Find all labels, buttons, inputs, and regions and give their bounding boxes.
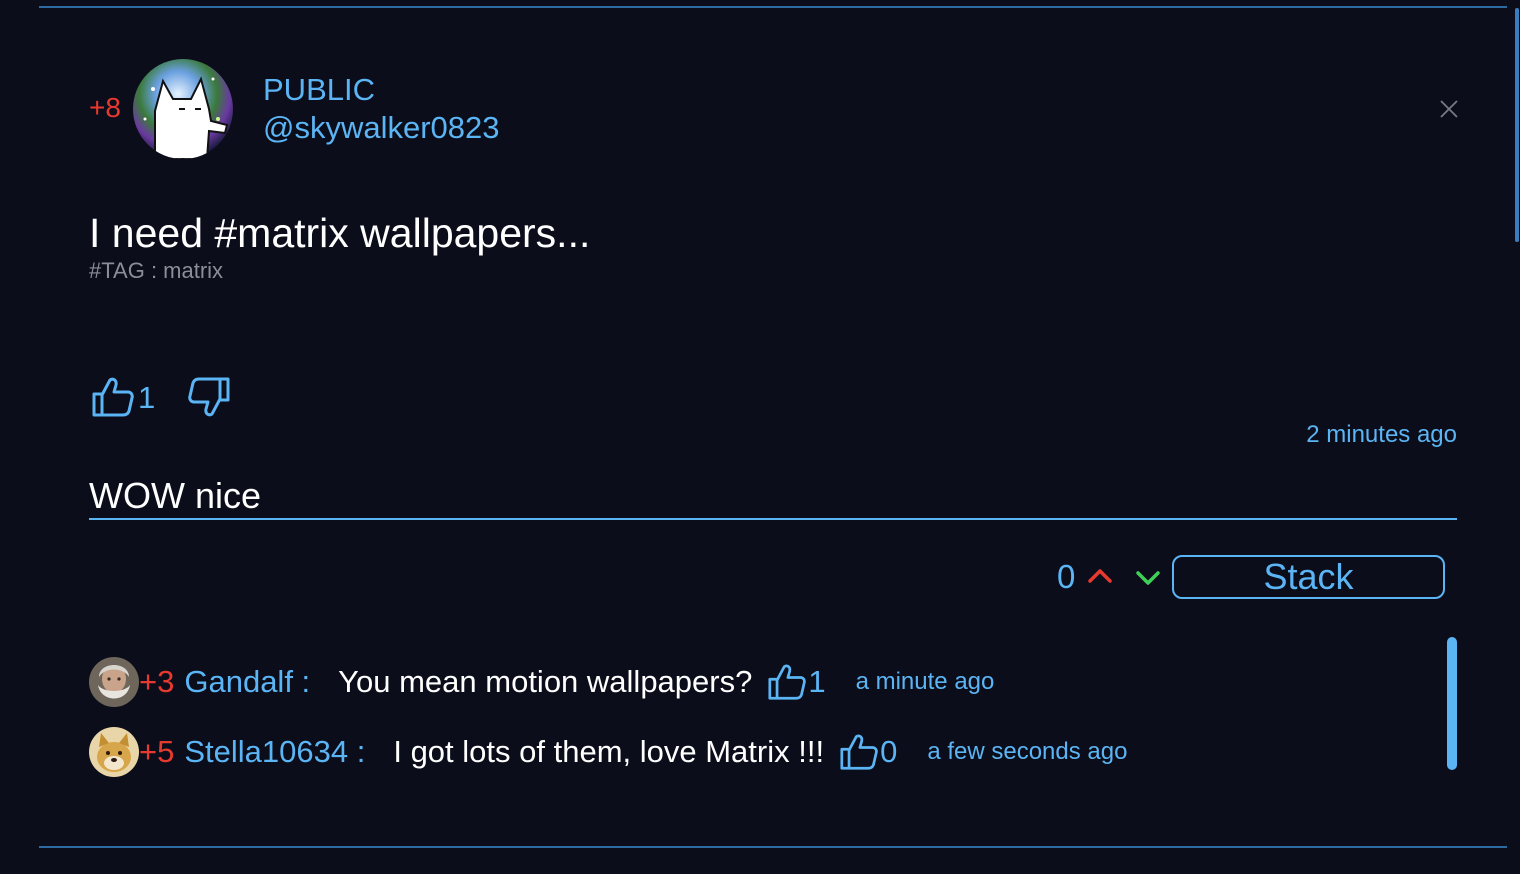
husky-avatar-icon: [133, 59, 233, 159]
comment-text: You mean motion wallpapers?: [338, 664, 753, 699]
comment-like-count: 0: [880, 734, 898, 769]
comment-avatar[interactable]: [89, 657, 139, 707]
username-link[interactable]: @skywalker0823: [263, 110, 500, 146]
wizard-avatar-icon: [89, 657, 139, 707]
chevron-down-icon[interactable]: [1135, 567, 1161, 591]
post-text: I need #matrix wallpapers...: [89, 210, 591, 256]
comment-timestamp: a minute ago: [855, 668, 995, 695]
comment-item: +5 Stella10634 : I got lots of them, lov…: [89, 726, 1127, 778]
comment-text: I got lots of them, love Matrix !!!: [393, 734, 825, 769]
comment-item: +3 Gandalf : You mean motion wallpapers?…: [89, 656, 994, 708]
thumbs-up-icon[interactable]: [91, 376, 135, 418]
comment-score: +3: [139, 664, 175, 699]
stack-button[interactable]: Stack: [1172, 555, 1445, 599]
post-score: +8: [89, 92, 121, 123]
post-tag: #TAG : matrix: [89, 258, 224, 283]
post-like-count: 1: [138, 380, 156, 415]
comment-author[interactable]: Stella10634 :: [184, 734, 365, 770]
close-icon[interactable]: [1438, 98, 1460, 120]
comment-score: +5: [139, 734, 175, 769]
doge-avatar-icon: [89, 727, 139, 777]
vote-count: 0: [1057, 558, 1076, 595]
bottom-divider: [39, 846, 1507, 848]
thumbs-down-icon[interactable]: [187, 376, 231, 418]
post-visibility: PUBLIC: [263, 72, 375, 107]
comment-like-count: 1: [808, 664, 826, 699]
comment-timestamp: a few seconds ago: [927, 738, 1128, 765]
user-avatar[interactable]: [133, 59, 233, 159]
comment-avatar[interactable]: [89, 727, 139, 777]
thumbs-up-icon[interactable]: [838, 733, 880, 771]
page-scrollbar[interactable]: [1515, 8, 1519, 242]
chevron-up-icon[interactable]: [1087, 563, 1113, 587]
comment-input[interactable]: [89, 474, 1457, 520]
comments-scrollbar[interactable]: [1447, 637, 1457, 770]
top-divider: [39, 6, 1507, 8]
thumbs-up-icon[interactable]: [766, 663, 808, 701]
comment-author[interactable]: Gandalf :: [184, 664, 310, 700]
post-timestamp: 2 minutes ago: [1306, 421, 1457, 448]
